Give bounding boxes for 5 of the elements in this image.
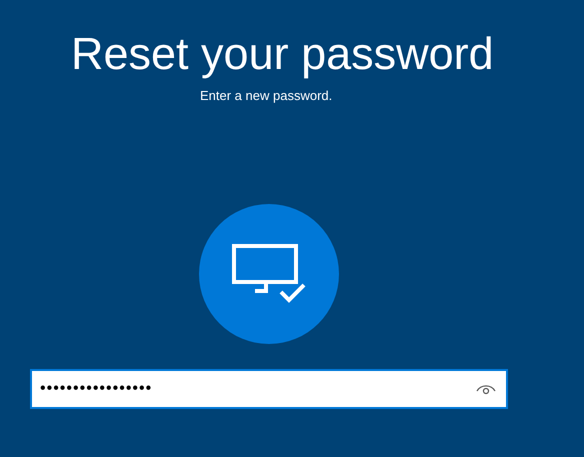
page-title: Reset your password xyxy=(71,28,494,80)
password-field[interactable]: ••••••••••••••••• xyxy=(30,369,508,409)
eye-icon[interactable] xyxy=(476,383,496,395)
instruction-text: Enter a new password. xyxy=(200,88,332,104)
monitor-check-icon xyxy=(232,244,306,304)
